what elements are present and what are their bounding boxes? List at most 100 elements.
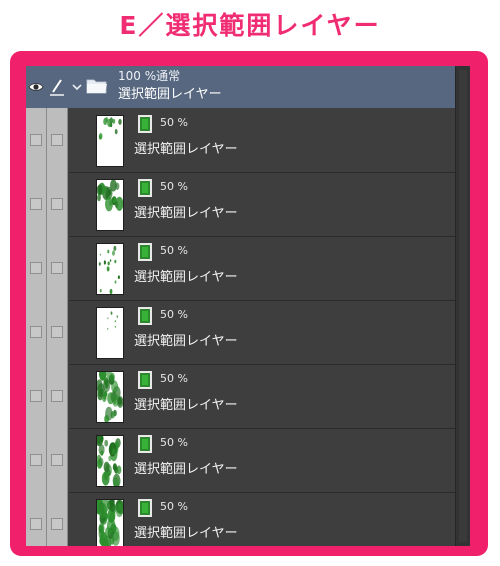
- layer-color-icon: [138, 499, 152, 517]
- thumbnail-mark: [101, 185, 107, 194]
- lock-checkbox[interactable]: [51, 390, 63, 402]
- page-heading: E／選択範囲レイヤー: [119, 11, 381, 40]
- thumbnail-mark: [97, 459, 103, 469]
- thumbnail-mark: [98, 262, 101, 266]
- layer-content[interactable]: 50 % 選択範囲レイヤー: [70, 301, 456, 365]
- layer-color-icon: [138, 115, 152, 133]
- layer-name[interactable]: 選択範囲レイヤー: [134, 269, 238, 287]
- visibility-checkbox[interactable]: [30, 134, 42, 146]
- thumbnail-art: [97, 372, 123, 422]
- visibility-checkbox[interactable]: [30, 390, 42, 402]
- visibility-checkbox[interactable]: [30, 454, 42, 466]
- thumbnail-mark: [108, 512, 115, 523]
- layer-content[interactable]: 50 % 選択範囲レイヤー: [70, 173, 456, 237]
- layer-name[interactable]: 選択範囲レイヤー: [134, 525, 238, 543]
- visibility-checkbox[interactable]: [30, 326, 42, 338]
- layer-color-icon: [138, 371, 152, 389]
- folder-name[interactable]: 選択範囲レイヤー: [118, 86, 222, 104]
- visibility-checkbox[interactable]: [30, 198, 42, 210]
- thumbnail-mark: [108, 455, 112, 462]
- thumbnail-mark: [103, 461, 110, 473]
- layer-color-icon: [138, 435, 152, 453]
- chevron-down-icon[interactable]: [71, 81, 83, 93]
- layer-thumbnail: [96, 243, 124, 295]
- layer-opacity: 50 %: [160, 180, 188, 193]
- layers-panel: 100 %通常 選択範囲レイヤー 50 % 選択範囲レイヤー 50 % 選択範囲レイヤ…: [26, 66, 470, 546]
- thumbnail-mark: [115, 503, 123, 518]
- layer-color-icon: [138, 307, 152, 325]
- layer-color-icon: [138, 179, 152, 197]
- thumbnail-mark: [111, 531, 120, 546]
- layer-row[interactable]: 50 % 選択範囲レイヤー: [26, 301, 456, 365]
- layer-content[interactable]: 50 % 選択範囲レイヤー: [70, 109, 456, 173]
- layer-row[interactable]: 50 % 選択範囲レイヤー: [26, 109, 456, 173]
- thumbnail-mark: [97, 194, 101, 202]
- layer-content[interactable]: 50 % 選択範囲レイヤー: [70, 429, 456, 493]
- thumbnail-mark: [107, 261, 110, 266]
- layer-name[interactable]: 選択範囲レイヤー: [134, 461, 238, 479]
- lock-checkbox[interactable]: [51, 454, 63, 466]
- lock-checkbox[interactable]: [51, 262, 63, 274]
- lock-checkbox[interactable]: [51, 518, 63, 530]
- thumbnail-mark: [105, 527, 111, 538]
- thumbnail-mark: [110, 311, 113, 315]
- thumbnail-mark: [115, 182, 120, 190]
- layer-row[interactable]: 50 % 選択範囲レイヤー: [26, 493, 456, 546]
- thumbnail-art: [98, 116, 122, 140]
- pen-icon[interactable]: [49, 78, 65, 96]
- layer-row[interactable]: 50 % 選択範囲レイヤー: [26, 429, 456, 493]
- layer-folder-row[interactable]: 100 %通常 選択範囲レイヤー: [26, 66, 456, 108]
- layer-name[interactable]: 選択範囲レイヤー: [134, 333, 238, 351]
- layer-opacity: 50 %: [160, 436, 188, 449]
- layer-row[interactable]: 50 % 選択範囲レイヤー: [26, 173, 456, 237]
- thumbnail-mark: [114, 320, 116, 323]
- panel-scrollbar[interactable]: [455, 66, 470, 546]
- layer-name[interactable]: 選択範囲レイヤー: [134, 141, 238, 159]
- layer-row[interactable]: 50 % 選択範囲レイヤー: [26, 365, 456, 429]
- folder-icon: [86, 79, 107, 94]
- layer-opacity: 50 %: [160, 244, 188, 257]
- thumbnail-mark: [114, 129, 118, 135]
- lock-checkbox[interactable]: [51, 198, 63, 210]
- visibility-checkbox[interactable]: [30, 518, 42, 530]
- layer-thumbnail: [96, 179, 124, 231]
- layer-thumbnail: [96, 435, 124, 487]
- layer-opacity: 50 %: [160, 500, 188, 513]
- layer-content[interactable]: 50 % 選択範囲レイヤー: [70, 237, 456, 301]
- thumbnail-mark: [112, 118, 116, 124]
- screenshot-root: E／選択範囲レイヤー 100 %通常 選択範囲レイヤー 50 % 選択範囲レイヤ…: [0, 0, 500, 566]
- layer-content[interactable]: 50 % 選択範囲レイヤー: [70, 365, 456, 429]
- layer-thumbnail: [96, 115, 124, 167]
- thumbnail-mark: [116, 315, 118, 318]
- layer-name[interactable]: 選択範囲レイヤー: [134, 205, 238, 223]
- thumbnail-mark: [112, 250, 115, 256]
- layer-thumbnail: [96, 307, 124, 359]
- layer-name[interactable]: 選択範囲レイヤー: [134, 397, 238, 415]
- lock-checkbox[interactable]: [51, 134, 63, 146]
- thumbnail-mark: [116, 465, 122, 475]
- thumbnail-mark: [114, 325, 116, 328]
- lock-checkbox[interactable]: [51, 326, 63, 338]
- layer-content[interactable]: 50 % 選択範囲レイヤー: [70, 493, 456, 546]
- thumbnail-mark: [100, 450, 104, 456]
- layer-thumbnail: [96, 371, 124, 423]
- folder-blend-opacity: 100 %通常: [118, 69, 181, 83]
- thumbnail-mark: [109, 200, 113, 206]
- thumbnail-mark: [98, 502, 107, 519]
- thumbnail-mark: [99, 253, 102, 256]
- layer-opacity: 50 %: [160, 372, 188, 385]
- thumbnail-mark: [112, 463, 117, 471]
- thumbnail-art: [97, 436, 122, 486]
- eye-icon[interactable]: [28, 79, 44, 95]
- visibility-checkbox[interactable]: [30, 262, 42, 274]
- thumbnail-mark: [109, 259, 112, 262]
- thumbnail-mark: [107, 327, 109, 330]
- thumbnail-mark: [118, 118, 122, 125]
- scrollbar-thumb[interactable]: [459, 70, 467, 542]
- thumbnail-art: [97, 500, 123, 546]
- thumbnail-mark: [99, 289, 102, 293]
- thumbnail-mark: [101, 471, 110, 486]
- thumbnail-mark: [107, 249, 110, 254]
- thumbnail-mark: [107, 317, 109, 320]
- layer-row[interactable]: 50 % 選択範囲レイヤー: [26, 237, 456, 301]
